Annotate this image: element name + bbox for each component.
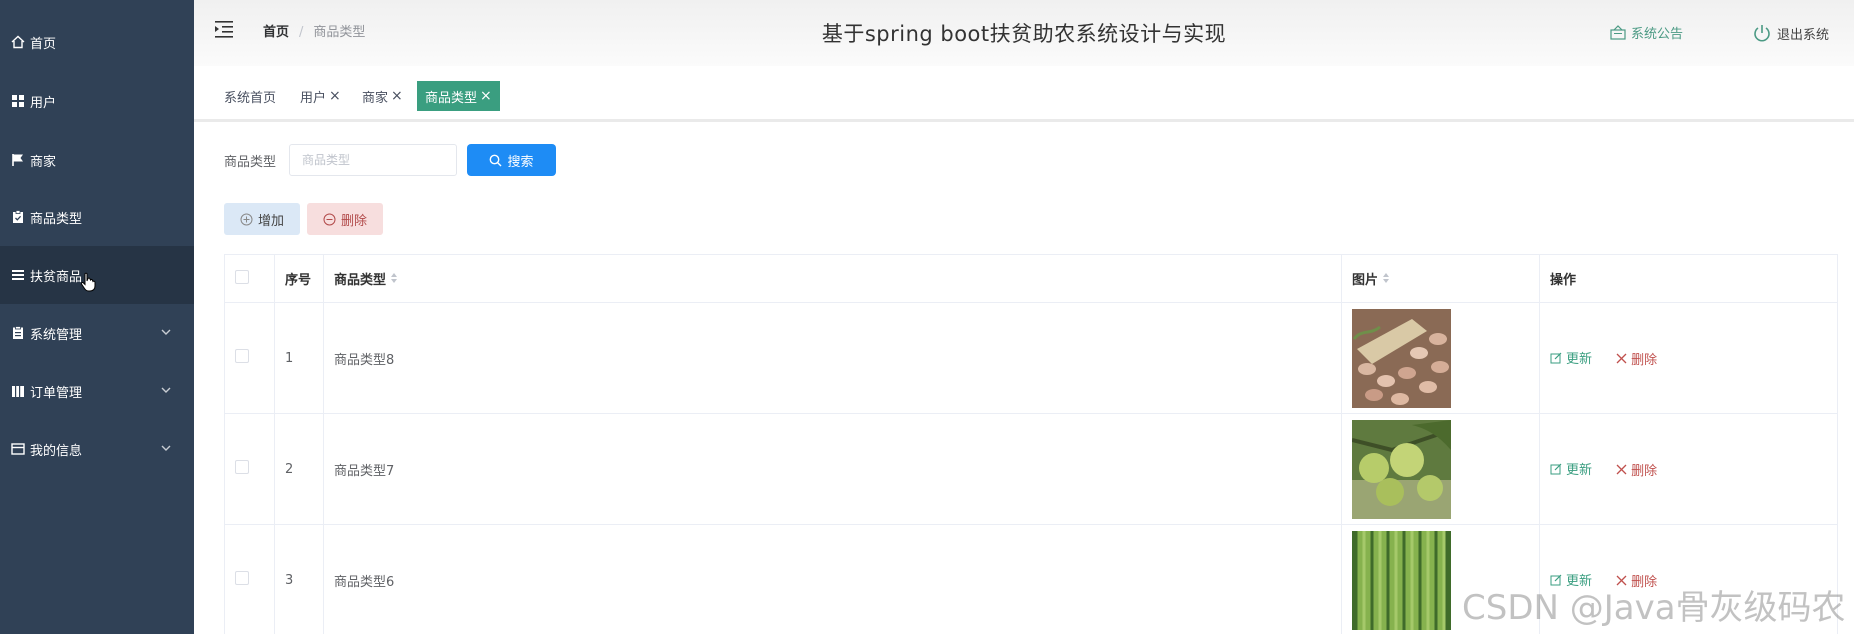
add-button-label: 增加: [257, 213, 284, 229]
update-label: 更新: [1566, 352, 1593, 368]
column-header-image[interactable]: 图片: [1341, 254, 1540, 303]
sort-icon[interactable]: [1382, 272, 1390, 288]
delete-button-label: 删除: [340, 213, 367, 229]
add-button[interactable]: 增加: [224, 203, 300, 235]
chevron-down-icon: [160, 326, 172, 342]
sidebar-item-my-info[interactable]: 我的信息: [0, 420, 194, 478]
edit-icon: [1550, 352, 1562, 364]
row-index: 2: [274, 413, 324, 525]
sidebar-item-label: 用户: [30, 95, 57, 111]
watermark: CSDN @Java骨灰级码农: [1462, 588, 1846, 628]
table-row: 1 商品类型8 更新 删除: [224, 302, 1838, 414]
row-index: 3: [274, 524, 324, 634]
close-icon[interactable]: ×: [480, 88, 492, 104]
tag-label: 商家: [362, 90, 389, 106]
batch-delete-button[interactable]: 删除: [307, 203, 383, 235]
book-icon: [11, 384, 25, 398]
row-index: 1: [274, 302, 324, 414]
sidebar-item-label: 我的信息: [30, 443, 83, 459]
wallet-icon: [11, 442, 25, 456]
list-icon: [11, 268, 25, 282]
sidebar-item-merchants[interactable]: 商家: [0, 131, 194, 189]
page-title: 基于spring boot扶贫助农系统设计与实现: [821, 22, 1227, 46]
sidebar-item-poverty-products[interactable]: 扶贫商品: [0, 246, 194, 304]
search-label: 商品类型: [224, 155, 277, 170]
table-header-row: 序号 商品类型 图片 操作: [224, 254, 1838, 303]
sidebar-item-order-management[interactable]: 订单管理: [0, 362, 194, 420]
close-icon[interactable]: ×: [329, 88, 341, 104]
column-header-type[interactable]: 商品类型: [323, 254, 1342, 303]
column-header-label: 图片: [1352, 272, 1379, 288]
sort-icon[interactable]: [390, 272, 398, 288]
sidebar-item-product-types[interactable]: 商品类型: [0, 188, 194, 246]
tag-label: 商品类型: [425, 90, 478, 106]
delete-label: 删除: [1631, 352, 1658, 368]
search-button[interactable]: 搜索: [467, 144, 556, 176]
row-type: 商品类型6: [323, 524, 1342, 634]
sidebar-item-label: 首页: [30, 36, 57, 52]
column-header-ops: 操作: [1539, 254, 1838, 303]
sidebar-item-home[interactable]: 首页: [0, 13, 194, 71]
sidebar-item-users[interactable]: 用户: [0, 72, 194, 130]
data-table: 序号 商品类型 图片 操作 1 商品类型8 更新 删除 2 商品类型7 更新 删…: [224, 254, 1838, 634]
sidebar-item-system-management[interactable]: 系统管理: [0, 304, 194, 362]
top-header: 首页 / 商品类型 基于spring boot扶贫助农系统设计与实现 系统公告 退出…: [194, 0, 1854, 66]
close-icon: [1616, 464, 1627, 475]
row-type: 商品类型7: [323, 413, 1342, 525]
select-all-checkbox[interactable]: [235, 269, 249, 284]
close-icon: [1616, 353, 1627, 364]
delete-button[interactable]: 删除: [1616, 349, 1657, 368]
sidebar-item-label: 订单管理: [30, 385, 83, 401]
sidebar-item-label: 商品类型: [30, 211, 83, 227]
notice-icon: [1610, 25, 1626, 40]
search-input[interactable]: [289, 144, 457, 176]
tag-label: 系统首页: [224, 90, 277, 106]
power-icon: [1754, 25, 1770, 42]
row-checkbox[interactable]: [235, 571, 249, 585]
row-checkbox[interactable]: [235, 349, 249, 363]
column-header-label: 商品类型: [334, 272, 387, 288]
search-button-label: 搜索: [507, 154, 534, 170]
plus-circle-icon: [240, 213, 253, 225]
tag-product-types[interactable]: 商品类型 ×: [417, 81, 500, 111]
delete-button[interactable]: 删除: [1616, 460, 1657, 479]
table-row: 2 商品类型7 更新 删除: [224, 413, 1838, 525]
product-image-fruit[interactable]: [1352, 419, 1451, 519]
row-checkbox[interactable]: [235, 460, 249, 474]
notice-button[interactable]: 系统公告: [1610, 23, 1683, 42]
tag-users[interactable]: 用户 ×: [294, 81, 347, 111]
document-icon: [11, 326, 25, 340]
tag-system-home[interactable]: 系统首页: [218, 81, 282, 111]
logout-label: 退出系统: [1777, 27, 1830, 43]
hand-cursor-icon: [80, 272, 96, 296]
notice-label: 系统公告: [1631, 27, 1684, 42]
close-icon[interactable]: ×: [391, 88, 403, 104]
sidebar-item-label: 商家: [30, 154, 57, 170]
minus-circle-icon: [323, 213, 336, 225]
sidebar-item-label: 系统管理: [30, 327, 83, 343]
product-image-beans-long[interactable]: [1352, 530, 1451, 630]
edit-icon: [1550, 463, 1562, 475]
row-type: 商品类型8: [323, 302, 1342, 414]
search-icon: [490, 154, 502, 166]
delete-label: 删除: [1631, 463, 1658, 479]
update-label: 更新: [1566, 463, 1593, 479]
column-header-index: 序号: [274, 254, 324, 303]
chevron-down-icon: [160, 384, 172, 400]
sidebar: 首页 用户 商家 商品类型 扶贫商品 系统管理 订单管理 我的信息: [0, 0, 194, 634]
tag-merchants[interactable]: 商家 ×: [356, 81, 409, 111]
select-all-cell: [224, 254, 275, 303]
chevron-down-icon: [160, 442, 172, 458]
logout-button[interactable]: 退出系统: [1752, 23, 1829, 43]
home-icon: [11, 35, 25, 49]
tag-label: 用户: [300, 90, 327, 106]
clipboard-icon: [11, 210, 25, 224]
update-button[interactable]: 更新: [1550, 459, 1592, 478]
update-button[interactable]: 更新: [1550, 348, 1592, 367]
product-image-beans[interactable]: [1352, 308, 1451, 408]
sidebar-item-label: 扶贫商品: [30, 269, 83, 285]
grid-icon: [11, 94, 25, 108]
tags-view: 系统首页 用户 × 商家 × 商品类型 ×: [194, 72, 1854, 122]
flag-icon: [11, 153, 25, 167]
